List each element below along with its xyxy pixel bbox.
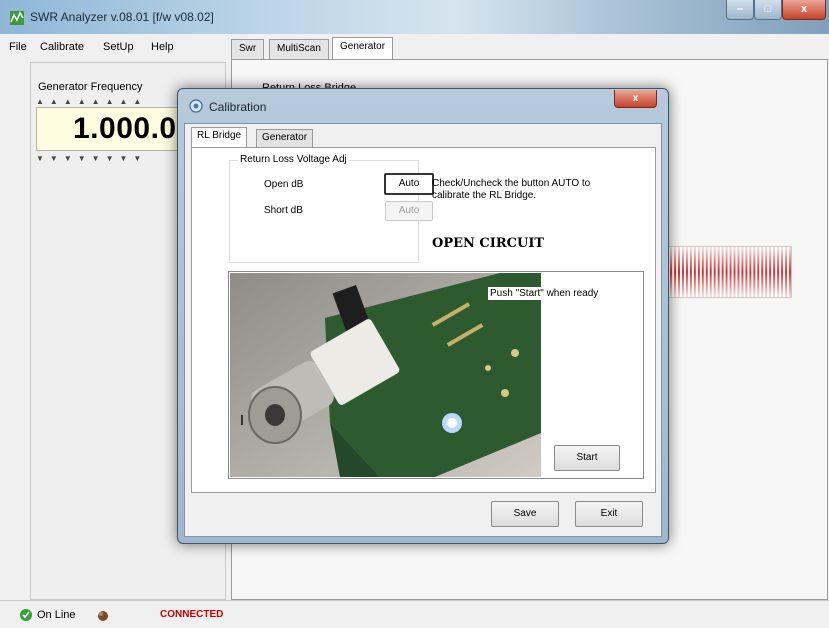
start-button[interactable]: Start <box>554 445 620 471</box>
tab-dialog-generator[interactable]: Generator <box>256 129 314 147</box>
menu-file[interactable]: File <box>9 41 27 53</box>
calibration-icon <box>189 99 203 113</box>
exit-button[interactable]: Exit <box>575 501 643 527</box>
close-button[interactable]: x <box>782 0 826 20</box>
connection-status: CONNECTED <box>160 609 224 620</box>
online-icon <box>20 609 32 621</box>
connection-icon <box>98 611 108 621</box>
open-auto-button[interactable]: Auto <box>384 173 434 195</box>
tab-rl-bridge[interactable]: RL Bridge <box>191 127 248 148</box>
window-title: SWR Analyzer v.08.01 [f/w v08.02] <box>30 10 214 24</box>
return-loss-group: Return Loss Voltage Adj Open dB Auto Sho… <box>229 154 434 263</box>
tab-generator[interactable]: Generator <box>332 37 394 60</box>
frequency-down-arrows[interactable]: ▼▼▼▼▼▼▼▼ <box>36 154 147 163</box>
menu-help[interactable]: Help <box>151 41 174 53</box>
circuit-state: OPEN CIRCUIT <box>432 236 545 251</box>
open-db-label: Open dB <box>264 179 304 190</box>
maximize-button[interactable]: □ <box>754 0 782 20</box>
frequency-up-arrows[interactable]: ▲▲▲▲▲▲▲▲ <box>36 97 147 106</box>
app-icon <box>10 11 24 25</box>
rl-bridge-panel: Return Loss Voltage Adj Open dB Auto Sho… <box>191 147 656 493</box>
rl-bridge-photo <box>230 273 541 477</box>
calibration-instructions: Check/Uncheck the button AUTO to calibra… <box>432 178 591 201</box>
title-bar[interactable]: SWR Analyzer v.08.01 [f/w v08.02] – □ x <box>0 0 829 34</box>
short-db-label: Short dB <box>264 205 303 216</box>
status-bar: On Line CONNECTED <box>0 600 829 628</box>
save-button[interactable]: Save <box>491 501 559 527</box>
menu-setup[interactable]: SetUp <box>103 41 134 53</box>
tab-multiscan[interactable]: MultiScan <box>269 39 329 59</box>
online-status: On Line <box>37 609 76 621</box>
push-start-message: Push "Start" when ready <box>488 287 601 300</box>
tab-swr[interactable]: Swr <box>231 39 265 59</box>
dialog-close-button[interactable]: x <box>614 90 657 108</box>
frequency-value: 1.000.00 <box>73 112 194 145</box>
calibration-dialog: Calibration x RL Bridge Generator Return… <box>177 88 669 544</box>
dialog-title: Calibration <box>209 100 267 114</box>
menu-calibrate[interactable]: Calibrate <box>40 41 84 53</box>
generator-frequency-label: Generator Frequency <box>38 81 143 93</box>
dialog-body: RL Bridge Generator Return Loss Voltage … <box>184 123 662 537</box>
bridge-photo-frame: Push "Start" when ready Start <box>228 271 644 479</box>
group-title: Return Loss Voltage Adj <box>238 154 349 165</box>
minimize-button[interactable]: – <box>726 0 754 20</box>
short-auto-button[interactable]: Auto <box>385 201 433 221</box>
